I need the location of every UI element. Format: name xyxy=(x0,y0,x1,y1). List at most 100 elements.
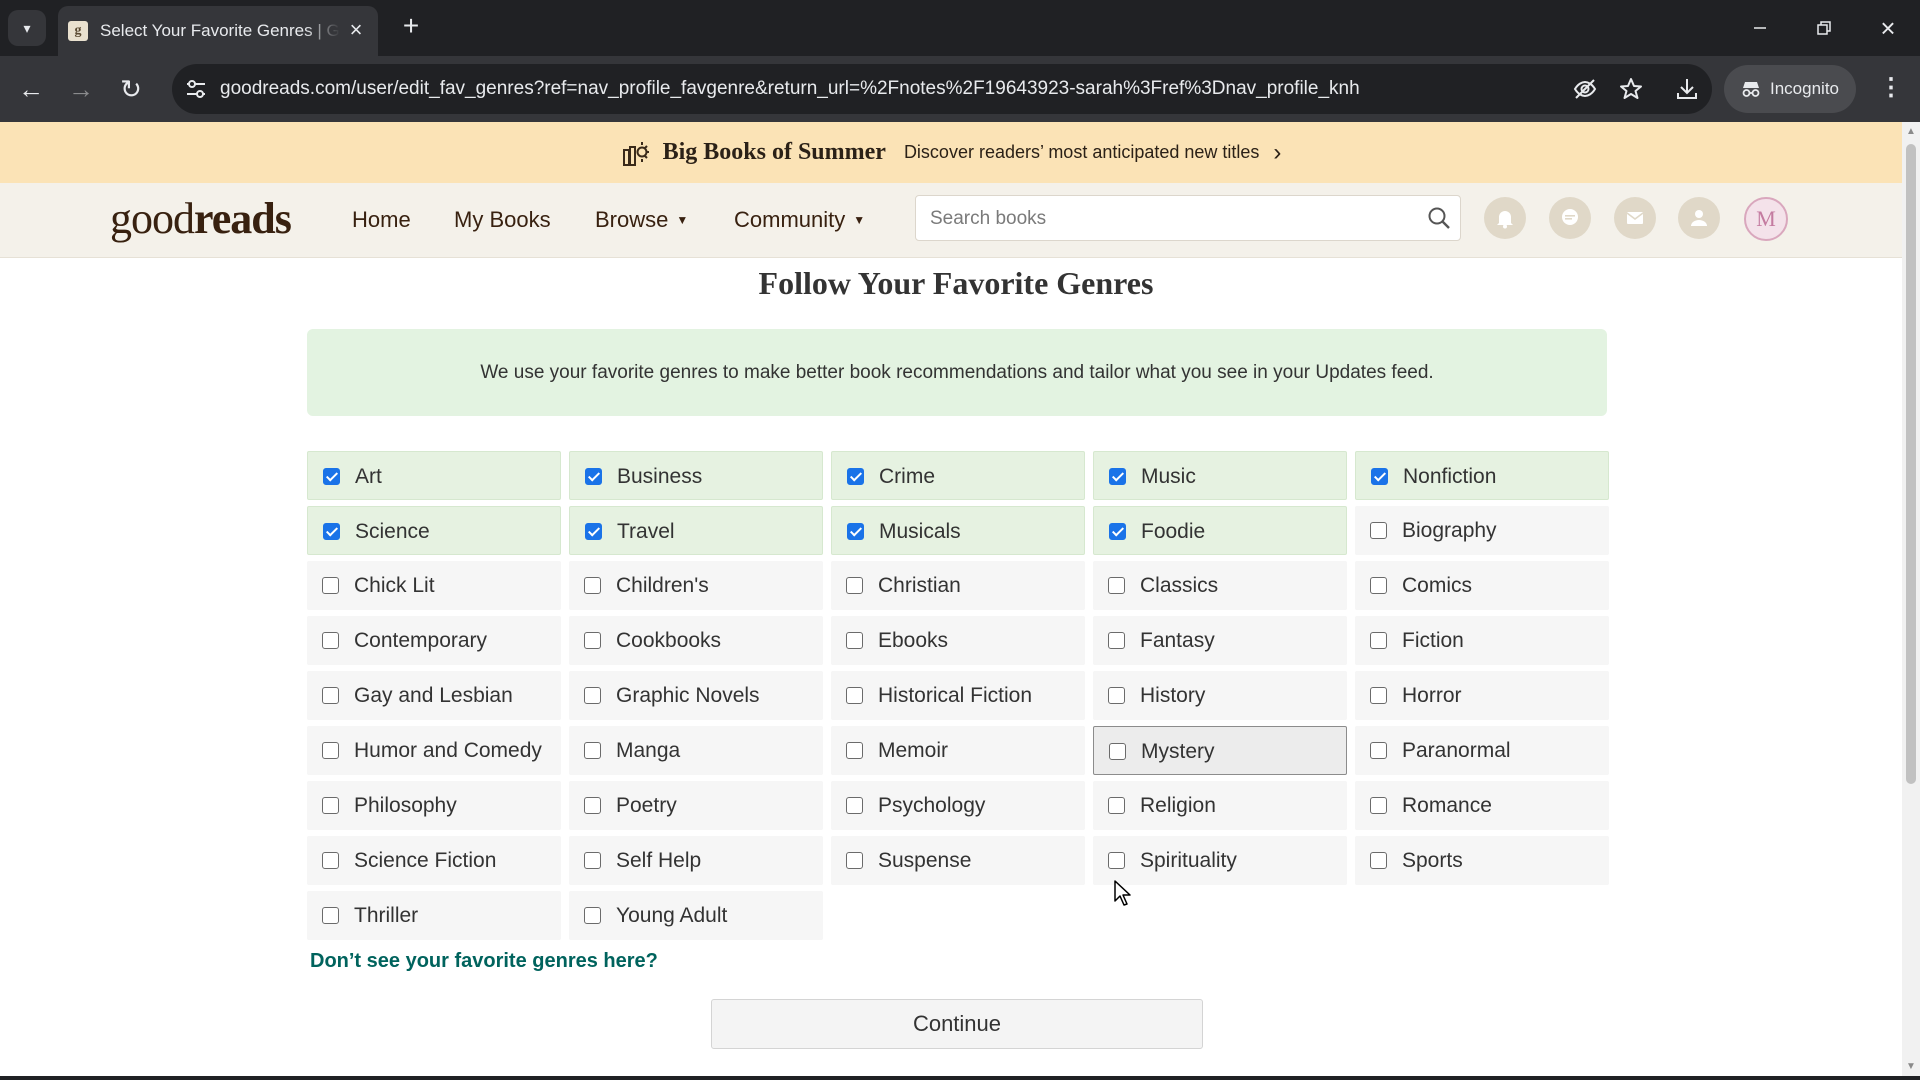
genre-checkbox[interactable] xyxy=(584,577,601,594)
genre-option[interactable]: Musicals xyxy=(831,506,1085,555)
genre-checkbox[interactable] xyxy=(322,907,339,924)
genre-checkbox[interactable] xyxy=(584,797,601,814)
genre-option[interactable]: Paranormal xyxy=(1355,726,1609,775)
genre-checkbox[interactable] xyxy=(322,632,339,649)
promo-banner[interactable]: Big Books of Summer Discover readers’ mo… xyxy=(0,122,1902,183)
scroll-down-icon[interactable]: ▼ xyxy=(1906,1061,1916,1072)
genre-option[interactable]: Suspense xyxy=(831,836,1085,885)
nav-my-books[interactable]: My Books xyxy=(454,207,551,233)
genre-option[interactable]: Christian xyxy=(831,561,1085,610)
genre-checkbox[interactable] xyxy=(846,577,863,594)
genre-option[interactable]: Classics xyxy=(1093,561,1347,610)
genre-checkbox-checked[interactable] xyxy=(1109,523,1126,540)
genre-checkbox[interactable] xyxy=(846,687,863,704)
genre-option[interactable]: Nonfiction xyxy=(1355,451,1609,500)
new-tab-button[interactable]: + xyxy=(396,12,426,42)
genre-checkbox[interactable] xyxy=(322,742,339,759)
eye-slash-icon[interactable] xyxy=(1572,76,1598,102)
genre-option[interactable]: Humor and Comedy xyxy=(307,726,561,775)
genre-checkbox[interactable] xyxy=(846,852,863,869)
star-icon[interactable] xyxy=(1618,76,1644,102)
genre-checkbox[interactable] xyxy=(584,907,601,924)
genre-option[interactable]: Ebooks xyxy=(831,616,1085,665)
scroll-up-icon[interactable]: ▲ xyxy=(1906,126,1916,137)
nav-community[interactable]: Community ▼ xyxy=(734,207,865,233)
genre-option[interactable]: Spirituality xyxy=(1093,836,1347,885)
search-input[interactable] xyxy=(928,196,1412,242)
genre-option[interactable]: Comics xyxy=(1355,561,1609,610)
friends-icon[interactable] xyxy=(1678,197,1720,239)
genre-option[interactable]: Crime xyxy=(831,451,1085,500)
avatar[interactable]: M xyxy=(1744,197,1788,241)
genre-checkbox[interactable] xyxy=(322,797,339,814)
genre-checkbox-checked[interactable] xyxy=(323,523,340,540)
genre-checkbox[interactable] xyxy=(1370,687,1387,704)
genre-checkbox-checked[interactable] xyxy=(1371,468,1388,485)
genre-checkbox[interactable] xyxy=(322,852,339,869)
genre-option[interactable]: Children's xyxy=(569,561,823,610)
scrollbar-thumb[interactable] xyxy=(1906,144,1916,784)
download-icon[interactable] xyxy=(1674,76,1700,102)
genre-option[interactable]: Poetry xyxy=(569,781,823,830)
goodreads-logo[interactable]: goodreads xyxy=(110,193,292,244)
genre-option[interactable]: Biography xyxy=(1355,506,1609,555)
genre-option[interactable]: History xyxy=(1093,671,1347,720)
genre-option[interactable]: Business xyxy=(569,451,823,500)
restore-button[interactable] xyxy=(1804,10,1844,46)
search-icon[interactable] xyxy=(1426,205,1452,231)
genre-option[interactable]: Fiction xyxy=(1355,616,1609,665)
genre-option[interactable]: Historical Fiction xyxy=(831,671,1085,720)
genre-option[interactable]: Sports xyxy=(1355,836,1609,885)
genre-checkbox[interactable] xyxy=(1108,852,1125,869)
genre-checkbox[interactable] xyxy=(846,742,863,759)
forward-button[interactable]: → xyxy=(62,70,100,108)
genre-option[interactable]: Manga xyxy=(569,726,823,775)
genre-checkbox-checked[interactable] xyxy=(585,468,602,485)
genre-option[interactable]: Memoir xyxy=(831,726,1085,775)
genre-checkbox[interactable] xyxy=(1108,632,1125,649)
genre-option[interactable]: Foodie xyxy=(1093,506,1347,555)
genre-checkbox-checked[interactable] xyxy=(323,468,340,485)
genre-checkbox[interactable] xyxy=(322,687,339,704)
tune-icon[interactable] xyxy=(182,75,210,103)
genre-checkbox[interactable] xyxy=(322,577,339,594)
genre-checkbox[interactable] xyxy=(846,632,863,649)
genre-option[interactable]: Fantasy xyxy=(1093,616,1347,665)
genre-checkbox[interactable] xyxy=(846,797,863,814)
genre-checkbox[interactable] xyxy=(584,632,601,649)
genre-checkbox-checked[interactable] xyxy=(847,523,864,540)
genre-checkbox[interactable] xyxy=(1108,687,1125,704)
tab-active[interactable]: g Select Your Favorite Genres | Goodread… xyxy=(58,6,378,56)
genre-checkbox[interactable] xyxy=(1370,797,1387,814)
genre-option[interactable]: Contemporary xyxy=(307,616,561,665)
minimize-button[interactable] xyxy=(1740,10,1780,46)
genre-option[interactable]: Cookbooks xyxy=(569,616,823,665)
genre-option[interactable]: Psychology xyxy=(831,781,1085,830)
genre-option[interactable]: Religion xyxy=(1093,781,1347,830)
genre-checkbox[interactable] xyxy=(1370,742,1387,759)
genre-checkbox[interactable] xyxy=(584,742,601,759)
close-window-button[interactable]: × xyxy=(1868,10,1908,46)
tab-list-button[interactable]: ▾ xyxy=(8,10,46,46)
genre-option[interactable]: Science xyxy=(307,506,561,555)
nav-browse[interactable]: Browse ▼ xyxy=(595,207,688,233)
page-scrollbar[interactable]: ▲ ▼ xyxy=(1902,122,1920,1076)
messages-icon[interactable] xyxy=(1614,197,1656,239)
genre-checkbox[interactable] xyxy=(1370,852,1387,869)
genre-option[interactable]: Science Fiction xyxy=(307,836,561,885)
genre-checkbox[interactable] xyxy=(1108,577,1125,594)
url-text[interactable]: goodreads.com/user/edit_fav_genres?ref=n… xyxy=(220,78,1360,100)
genre-checkbox[interactable] xyxy=(584,852,601,869)
genre-checkbox-checked[interactable] xyxy=(585,523,602,540)
genre-option[interactable]: Music xyxy=(1093,451,1347,500)
back-button[interactable]: ← xyxy=(12,70,50,108)
genre-checkbox-checked[interactable] xyxy=(1109,468,1126,485)
more-genres-link[interactable]: Don’t see your favorite genres here? xyxy=(310,950,658,973)
browser-menu-button[interactable]: ⋮ xyxy=(1876,74,1906,104)
genre-checkbox[interactable] xyxy=(1108,797,1125,814)
genre-option[interactable]: Horror xyxy=(1355,671,1609,720)
genre-option[interactable]: Art xyxy=(307,451,561,500)
genre-option[interactable]: Chick Lit xyxy=(307,561,561,610)
genre-option[interactable]: Graphic Novels xyxy=(569,671,823,720)
nav-home[interactable]: Home xyxy=(352,207,411,233)
